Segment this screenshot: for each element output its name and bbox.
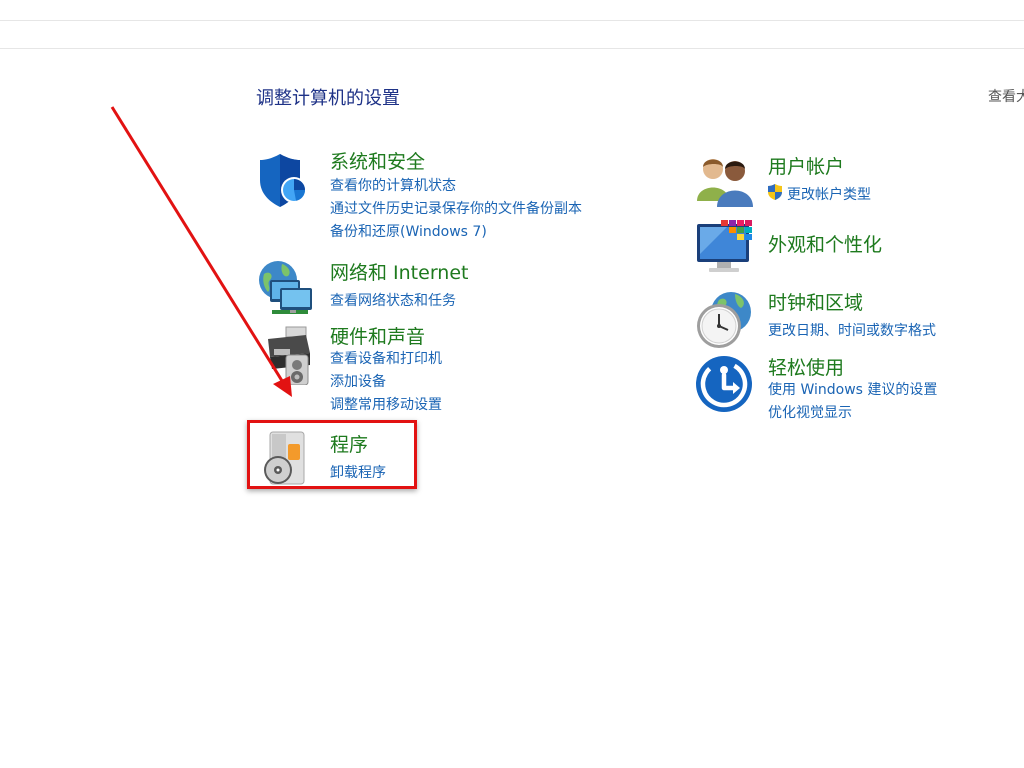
category-title-user-accounts[interactable]: 用户帐户 — [768, 152, 844, 179]
link-devices-printers[interactable]: 查看设备和打印机 — [330, 348, 442, 368]
network-globe-icon[interactable] — [256, 258, 316, 318]
link-optimize-visual-display[interactable]: 优化视觉显示 — [768, 402, 852, 422]
link-change-account-type[interactable]: 更改帐户类型 — [787, 184, 871, 204]
address-bar-divider — [0, 48, 1024, 49]
link-windows-suggested-settings[interactable]: 使用 Windows 建议的设置 — [768, 379, 937, 399]
link-view-network-status[interactable]: 查看网络状态和任务 — [330, 290, 456, 310]
category-title-network-internet[interactable]: 网络和 Internet — [330, 258, 468, 285]
ease-of-access-icon[interactable] — [695, 355, 755, 415]
link-add-device[interactable]: 添加设备 — [330, 371, 386, 391]
link-mobility-settings[interactable]: 调整常用移动设置 — [330, 394, 442, 414]
printer-speaker-icon[interactable] — [256, 325, 316, 385]
category-title-ease-of-access[interactable]: 轻松使用 — [768, 353, 844, 380]
uac-shield-icon — [768, 184, 782, 200]
link-backup-restore[interactable]: 备份和还原(Windows 7) — [330, 221, 487, 241]
users-icon[interactable] — [695, 155, 755, 215]
shield-icon[interactable] — [256, 150, 316, 210]
category-title-hardware-sound[interactable]: 硬件和声音 — [330, 322, 425, 349]
highlight-box — [247, 420, 417, 489]
category-title-system-security[interactable]: 系统和安全 — [330, 147, 425, 174]
link-change-date-time-format[interactable]: 更改日期、时间或数字格式 — [768, 320, 936, 340]
clock-globe-icon[interactable] — [695, 290, 755, 350]
link-file-history-backup[interactable]: 通过文件历史记录保存你的文件备份副本 — [330, 198, 582, 218]
monitor-palette-icon[interactable] — [695, 218, 755, 278]
link-view-computer-status[interactable]: 查看你的计算机状态 — [330, 175, 456, 195]
page-title: 调整计算机的设置 — [256, 88, 400, 109]
category-title-clock-region[interactable]: 时钟和区域 — [768, 288, 863, 315]
category-title-appearance[interactable]: 外观和个性化 — [768, 230, 882, 257]
view-by-label[interactable]: 查看大 — [988, 86, 1024, 106]
toolbar-divider — [0, 20, 1024, 21]
